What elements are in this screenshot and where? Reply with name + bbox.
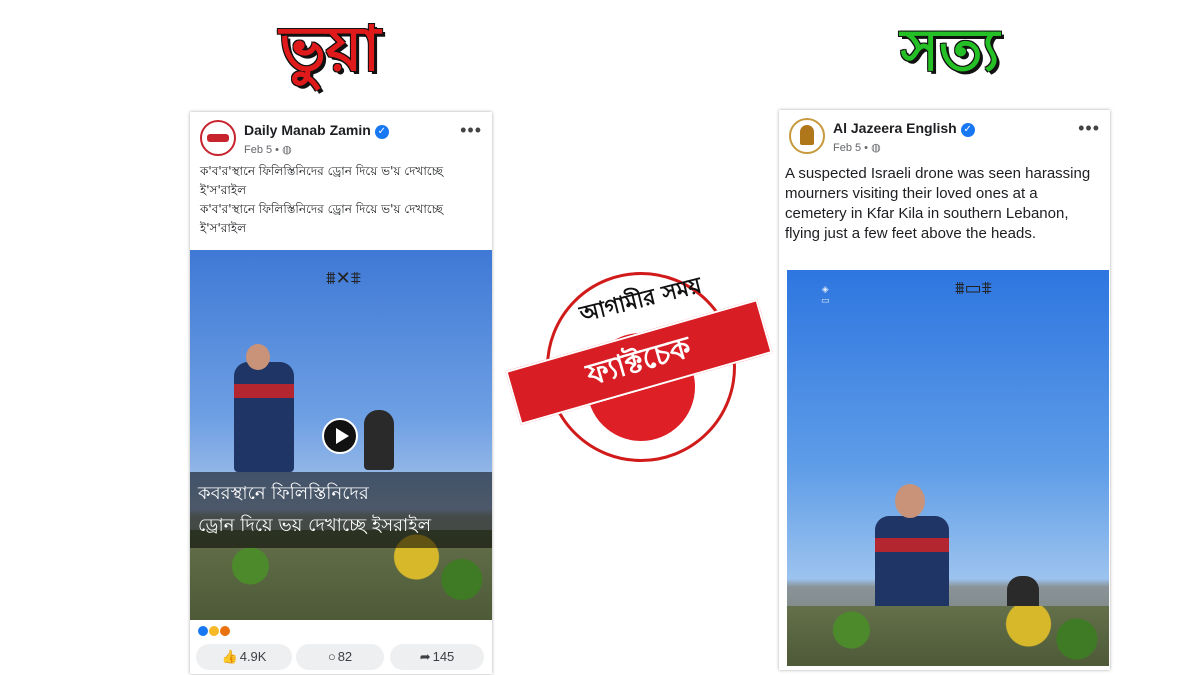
reaction-icons[interactable] [198,626,231,639]
like-icon: 👍 [221,649,238,664]
like-count: 4.9K [239,649,267,664]
man-head [246,344,270,370]
globe-icon: ◍ [871,142,881,154]
share-icon: ➦ [419,649,431,664]
garden-plants [787,606,1109,666]
video-overlay-text: কবরস্থানে ফিলিস্তিনিদের ড্রোন দিয়ে ভয় … [190,472,492,548]
post-video[interactable]: ◈ ▭ ⩩▭⩨ [787,270,1109,666]
drone-icon: ⩩✕⩨ [326,268,361,288]
share-button[interactable]: ➦ 145 [390,644,484,670]
sad-reaction-icon [209,626,220,636]
post-date[interactable]: Feb 5 • [833,142,868,154]
overlay-line: ড্রোন দিয়ে ভয় দেখাচ্ছে ইসরাইল [198,515,432,536]
bystander-figure [364,410,394,470]
page-avatar[interactable] [200,120,236,156]
comment-count: 82 [337,649,353,664]
page-name[interactable]: Al Jazeera English [833,120,957,136]
drone-icon: ⩩▭⩨ [955,278,992,298]
page-avatar[interactable] [789,118,825,154]
post-date[interactable]: Feb 5 • [244,144,279,156]
man-head [895,484,925,518]
more-options-icon[interactable]: ••• [1078,118,1100,139]
post-caption: A suspected Israeli drone was seen haras… [785,165,1091,242]
post-header: Daily Manab Zamin ✓ Feb 5 • ◍ ••• [190,112,492,162]
page-name[interactable]: Daily Manab Zamin [244,122,371,138]
fake-heading: ভুয়া [279,12,381,85]
more-options-icon[interactable]: ••• [460,120,482,141]
caption-line: ক'ব'র'স্থানে ফিলিস্তিনিদের ড্রোন দিয়ে ভ… [200,202,443,235]
post-meta: Feb 5 • ◍ [244,143,292,156]
verified-badge-icon: ✓ [374,125,389,139]
comment-button[interactable]: ○ 82 [296,644,384,670]
page-name-link[interactable]: Daily Manab Zamin ✓ [244,122,389,139]
true-post-card: Al Jazeera English ✓ Feb 5 • ◍ ••• A susp… [779,110,1110,670]
post-header: Al Jazeera English ✓ Feb 5 • ◍ ••• [779,110,1110,160]
like-reaction-icon [198,626,208,636]
verified-badge-icon: ✓ [960,123,975,137]
overlay-line: কবরস্থানে ফিলিস্তিনিদের [198,483,369,504]
man-figure [234,362,294,472]
post-caption: ক'ব'র'স্থানে ফিলিস্তিনিদের ড্রোন দিয়ে ভ… [190,162,492,238]
true-heading: সত্য [900,16,1000,84]
caption-line: ক'ব'র'স্থানে ফিলিস্তিনিদের ড্রোন দিয়ে ভ… [200,164,443,197]
share-count: 145 [432,649,455,664]
angry-reaction-icon [220,626,231,636]
like-button[interactable]: 👍 4.9K [196,644,292,670]
globe-icon: ◍ [282,144,292,156]
fake-post-card: Daily Manab Zamin ✓ Feb 5 • ◍ ••• ক'ব'র'স… [190,112,492,674]
post-meta: Feb 5 • ◍ [833,141,881,154]
comment-icon: ○ [327,649,336,664]
page-name-link[interactable]: Al Jazeera English ✓ [833,120,975,137]
aljazeera-watermark-icon: ◈ ▭ [821,284,830,305]
post-actions: 👍 4.9K ○ 82 ➦ 145 [190,642,492,672]
post-video[interactable]: ⩩✕⩨ কবরস্থানে ফিলিস্তিনিদের ড্রোন দিয়ে … [190,250,492,620]
play-icon[interactable] [322,418,358,454]
